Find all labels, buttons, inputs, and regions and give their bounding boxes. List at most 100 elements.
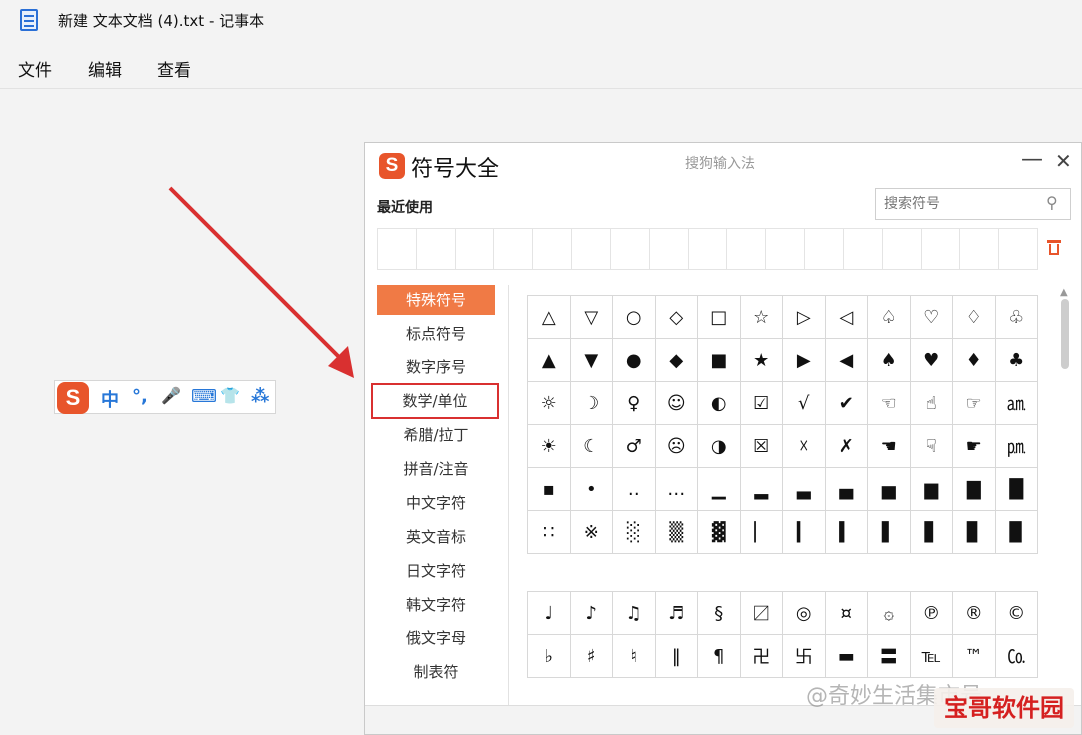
symbol-cell[interactable]: ℡	[910, 635, 953, 678]
symbol-cell[interactable]: ♫	[613, 592, 656, 635]
symbol-cell[interactable]: ☑	[740, 382, 783, 425]
category-math-units[interactable]: 数学/单位	[371, 383, 499, 419]
recent-slot[interactable]	[572, 229, 611, 269]
symbol-cell[interactable]: ✔	[825, 382, 868, 425]
symbol-cell[interactable]: ☚	[868, 425, 911, 468]
symbol-cell[interactable]: ♣	[995, 339, 1038, 382]
symbol-cell[interactable]: ▌	[868, 511, 911, 554]
symbol-cell[interactable]: √	[783, 382, 826, 425]
symbol-cell[interactable]: ◆	[655, 339, 698, 382]
scrollbar[interactable]: ▲	[1058, 285, 1072, 734]
symbol-cell[interactable]: ▊	[953, 511, 996, 554]
symbol-cell[interactable]: ▬	[825, 635, 868, 678]
symbol-cell[interactable]: ▍	[825, 511, 868, 554]
symbol-cell[interactable]: ◇	[655, 296, 698, 339]
menu-view[interactable]: 查看	[157, 56, 191, 81]
symbol-cell[interactable]: █	[995, 468, 1038, 511]
category-special-symbols[interactable]: 特殊符号	[377, 285, 495, 315]
symbol-cell[interactable]: ◀	[825, 339, 868, 382]
sogou-logo-icon[interactable]: S	[57, 382, 89, 414]
symbol-cell[interactable]: ▎	[783, 511, 826, 554]
symbol-cell[interactable]: •	[570, 468, 613, 511]
minimize-button[interactable]: —	[1021, 147, 1043, 172]
symbol-cell[interactable]: △	[528, 296, 571, 339]
recent-slot[interactable]	[727, 229, 767, 269]
symbol-cell[interactable]: ✗	[825, 425, 868, 468]
symbol-cell[interactable]: ♪	[570, 592, 613, 635]
symbol-cell[interactable]: ™	[953, 635, 996, 678]
recent-slot[interactable]	[378, 229, 417, 269]
symbol-cell[interactable]: ▆	[910, 468, 953, 511]
symbol-cell[interactable]: ♩	[528, 592, 571, 635]
symbol-cell[interactable]: ▏	[740, 511, 783, 554]
symbol-cell[interactable]: ▷	[783, 296, 826, 339]
symbol-cell[interactable]: ▪	[528, 468, 571, 511]
symbol-search[interactable]: ⚲	[875, 188, 1071, 220]
symbol-cell[interactable]: ▲	[528, 339, 571, 382]
ime-keyboard-icon[interactable]: ⌨	[191, 386, 217, 407]
recent-slot[interactable]	[999, 229, 1037, 269]
ime-skin-icon[interactable]: 👕	[220, 386, 240, 405]
menu-file[interactable]: 文件	[18, 56, 52, 81]
symbol-cell[interactable]: ▒	[655, 511, 698, 554]
symbol-cell[interactable]: ☟	[910, 425, 953, 468]
category-number-sequence[interactable]: 数字序号	[377, 352, 495, 382]
symbol-cell[interactable]: ♂	[613, 425, 656, 468]
symbol-cell[interactable]: ☹	[655, 425, 698, 468]
category-pinyin[interactable]: 拼音/注音	[377, 454, 495, 484]
category-japanese[interactable]: 日文字符	[377, 556, 495, 586]
symbol-cell[interactable]: ♢	[953, 296, 996, 339]
symbol-cell[interactable]: ♠	[868, 339, 911, 382]
symbol-cell[interactable]: ★	[740, 339, 783, 382]
symbol-cell[interactable]: ◑	[698, 425, 741, 468]
ime-toolbox-icon[interactable]: ⁂	[251, 386, 269, 407]
symbol-cell[interactable]: ☝	[910, 382, 953, 425]
symbol-cell[interactable]: ۞	[868, 592, 911, 635]
close-button[interactable]: ✕	[1055, 149, 1072, 173]
category-english-phonetics[interactable]: 英文音标	[377, 522, 495, 552]
symbol-cell[interactable]: ▼	[570, 339, 613, 382]
symbol-cell[interactable]: ㏂	[995, 382, 1038, 425]
symbol-cell[interactable]: §	[698, 592, 741, 635]
category-greek-latin[interactable]: 希腊/拉丁	[377, 420, 495, 450]
symbol-cell[interactable]: ♧	[995, 296, 1038, 339]
symbol-cell[interactable]: ♤	[868, 296, 911, 339]
symbol-cell[interactable]: ∷	[528, 511, 571, 554]
symbol-cell[interactable]: ♭	[528, 635, 571, 678]
trash-icon[interactable]	[1047, 238, 1061, 256]
symbol-cell[interactable]: ㏇	[995, 635, 1038, 678]
symbol-cell[interactable]: ®	[953, 592, 996, 635]
symbol-cell[interactable]: ▂	[740, 468, 783, 511]
symbol-cell[interactable]: ㏘	[995, 425, 1038, 468]
symbol-cell[interactable]: ♡	[910, 296, 953, 339]
symbol-cell[interactable]: ░	[613, 511, 656, 554]
scroll-thumb[interactable]	[1061, 299, 1069, 369]
recent-slot[interactable]	[689, 229, 728, 269]
recent-slot[interactable]	[650, 229, 689, 269]
symbol-cell[interactable]: ☞	[953, 382, 996, 425]
symbol-cell[interactable]: ○	[613, 296, 656, 339]
symbol-cell[interactable]: ▅	[868, 468, 911, 511]
symbol-cell[interactable]: ■	[698, 339, 741, 382]
symbol-cell[interactable]: ‖	[655, 635, 698, 678]
symbol-cell[interactable]: ‥	[613, 468, 656, 511]
symbol-cell[interactable]: ♦	[953, 339, 996, 382]
search-icon[interactable]: ⚲	[1046, 193, 1058, 212]
symbol-cell[interactable]: ☛	[953, 425, 996, 468]
ime-microphone-icon[interactable]: 🎤	[161, 386, 181, 405]
symbol-cell[interactable]: ☒	[740, 425, 783, 468]
recent-slot[interactable]	[805, 229, 844, 269]
symbol-cell[interactable]: ♥	[910, 339, 953, 382]
recent-slot[interactable]	[960, 229, 1000, 269]
scroll-up-icon[interactable]: ▲	[1060, 287, 1068, 298]
symbol-cell[interactable]: ☓	[783, 425, 826, 468]
symbol-cell[interactable]: ©	[995, 592, 1038, 635]
symbol-cell[interactable]: ▁	[698, 468, 741, 511]
symbol-cell[interactable]: ℗	[910, 592, 953, 635]
symbol-cell[interactable]: ¤	[825, 592, 868, 635]
recent-slot[interactable]	[844, 229, 883, 269]
symbol-cell[interactable]: ☼	[528, 382, 571, 425]
symbol-cell[interactable]: ☽	[570, 382, 613, 425]
symbol-cell[interactable]: ☜	[868, 382, 911, 425]
symbol-cell[interactable]: ♀	[613, 382, 656, 425]
